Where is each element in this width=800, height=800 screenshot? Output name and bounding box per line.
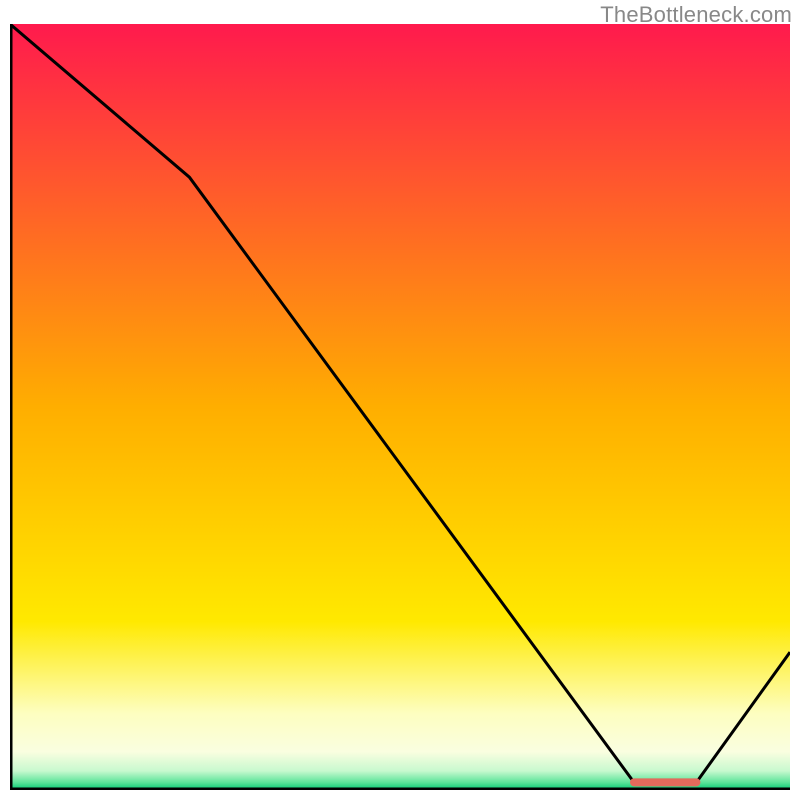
chart-container: TheBottleneck.com xyxy=(0,0,800,800)
plot-area xyxy=(10,24,790,790)
chart-svg xyxy=(10,24,790,790)
gradient-background xyxy=(10,24,790,790)
